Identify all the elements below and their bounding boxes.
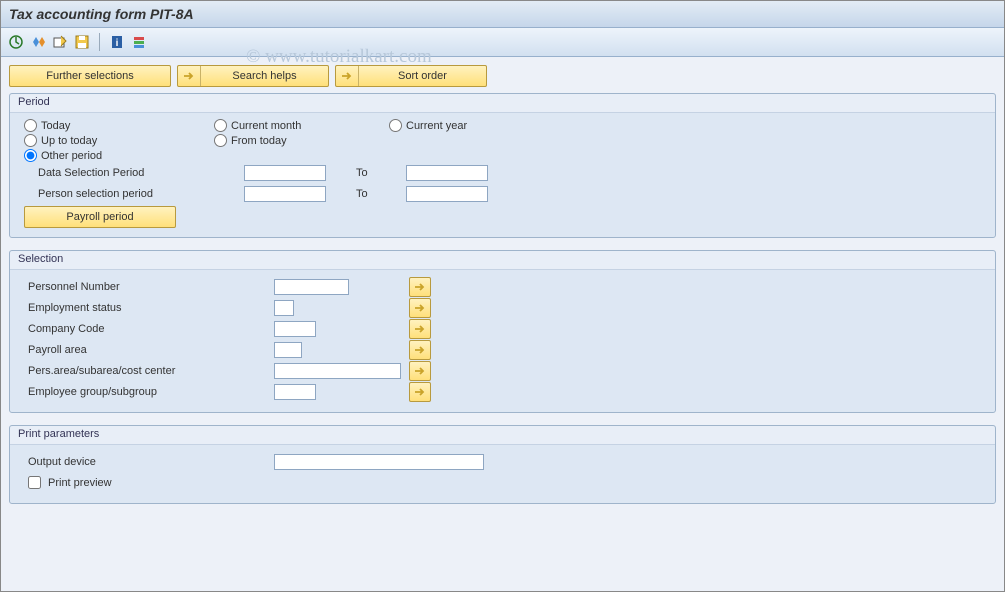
pers-area-label: Pers.area/subarea/cost center: [24, 365, 274, 377]
payroll-area-input[interactable]: [274, 342, 302, 358]
output-device-input[interactable]: [274, 454, 484, 470]
employee-group-input[interactable]: [274, 384, 316, 400]
data-selection-from-input[interactable]: [244, 165, 326, 181]
radio-current-year[interactable]: Current year: [389, 119, 564, 132]
payroll-area-label: Payroll area: [24, 344, 274, 356]
arrow-right-icon: [178, 66, 201, 86]
sort-order-button[interactable]: Sort order: [335, 65, 487, 87]
to-label: To: [326, 188, 406, 200]
info-icon[interactable]: i: [108, 33, 126, 51]
payroll-area-multi-button[interactable]: [409, 340, 431, 360]
pers-area-multi-button[interactable]: [409, 361, 431, 381]
print-panel: Print parameters Output device Print pre…: [9, 425, 996, 504]
variant-icon[interactable]: [29, 33, 47, 51]
period-header: Period: [10, 94, 995, 113]
selection-header: Selection: [10, 251, 995, 270]
radio-other-period[interactable]: Other period: [24, 149, 214, 162]
title-bar: Tax accounting form PIT-8A: [1, 1, 1004, 28]
further-selections-button[interactable]: Further selections: [9, 65, 171, 87]
output-device-label: Output device: [24, 456, 274, 468]
data-selection-period-label: Data Selection Period: [24, 167, 244, 179]
personnel-number-input[interactable]: [274, 279, 349, 295]
company-code-label: Company Code: [24, 323, 274, 335]
print-preview-checkbox[interactable]: Print preview: [24, 473, 112, 492]
get-variant-icon[interactable]: [51, 33, 69, 51]
personnel-number-label: Personnel Number: [24, 281, 274, 293]
radio-today[interactable]: Today: [24, 119, 214, 132]
execute-icon[interactable]: [7, 33, 25, 51]
pers-area-input[interactable]: [274, 363, 401, 379]
radio-current-month[interactable]: Current month: [214, 119, 389, 132]
radio-from-today[interactable]: From today: [214, 134, 389, 147]
arrow-right-icon: [336, 66, 359, 86]
employment-status-input[interactable]: [274, 300, 294, 316]
employment-status-multi-button[interactable]: [409, 298, 431, 318]
employment-status-label: Employment status: [24, 302, 274, 314]
further-selections-label: Further selections: [46, 70, 133, 82]
person-selection-period-label: Person selection period: [24, 188, 244, 200]
selection-panel: Selection Personnel Number Employment st…: [9, 250, 996, 413]
payroll-period-label: Payroll period: [66, 211, 133, 223]
period-panel: Period Today Current month Current year …: [9, 93, 996, 238]
to-label: To: [326, 167, 406, 179]
payroll-period-button[interactable]: Payroll period: [24, 206, 176, 228]
personnel-number-multi-button[interactable]: [409, 277, 431, 297]
person-selection-to-input[interactable]: [406, 186, 488, 202]
print-header: Print parameters: [10, 426, 995, 445]
company-code-multi-button[interactable]: [409, 319, 431, 339]
save-icon[interactable]: [73, 33, 91, 51]
employee-group-label: Employee group/subgroup: [24, 386, 274, 398]
person-selection-from-input[interactable]: [244, 186, 326, 202]
search-helps-button[interactable]: Search helps: [177, 65, 329, 87]
org-structure-icon[interactable]: [130, 33, 148, 51]
data-selection-to-input[interactable]: [406, 165, 488, 181]
toolbar-separator: [99, 33, 100, 51]
search-helps-label: Search helps: [201, 70, 328, 82]
employee-group-multi-button[interactable]: [409, 382, 431, 402]
sort-order-label: Sort order: [359, 70, 486, 82]
selection-buttons-row: Further selections Search helps Sort ord…: [9, 65, 996, 87]
company-code-input[interactable]: [274, 321, 316, 337]
svg-text:i: i: [116, 38, 119, 49]
radio-up-to-today[interactable]: Up to today: [24, 134, 214, 147]
page-title: Tax accounting form PIT-8A: [9, 6, 194, 22]
app-toolbar: i: [1, 28, 1004, 57]
